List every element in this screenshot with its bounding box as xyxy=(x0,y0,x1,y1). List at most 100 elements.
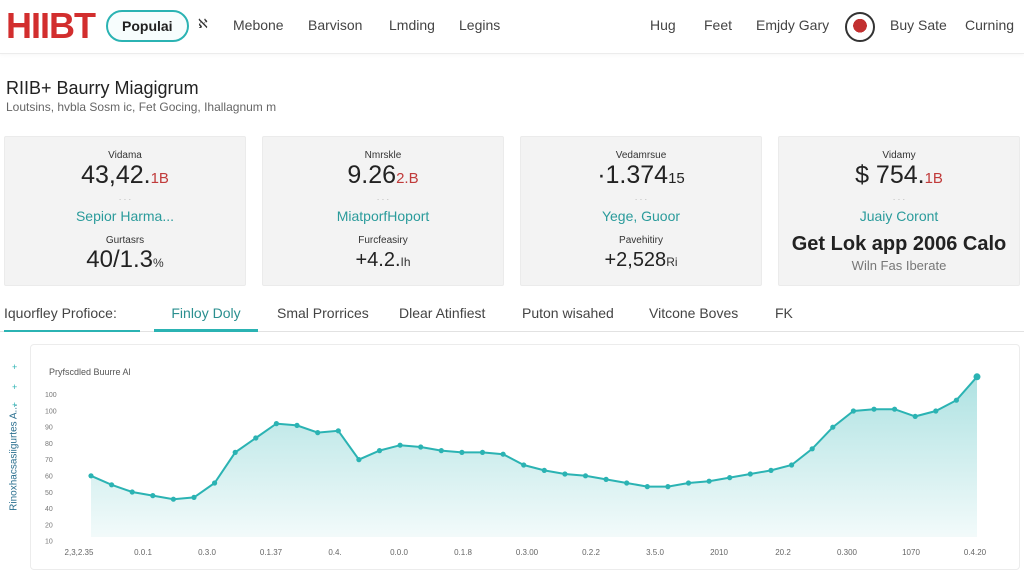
card-teal-link[interactable]: Juaiy Coront xyxy=(779,208,1019,224)
nav-item-feet[interactable]: Feet xyxy=(704,17,732,33)
data-point[interactable] xyxy=(582,473,589,479)
data-point[interactable] xyxy=(273,421,279,427)
data-point[interactable] xyxy=(294,422,300,428)
y-tick-label: 100 xyxy=(45,392,57,399)
card-value-bottom: 40/1.3% xyxy=(5,246,245,274)
x-tick-label: 0.0.0 xyxy=(390,548,408,557)
nav-item-barvison[interactable]: Barvison xyxy=(308,17,362,33)
nav-item-lmding[interactable]: Lmding xyxy=(389,17,435,33)
data-point[interactable] xyxy=(521,462,527,468)
tab-fk[interactable]: FK xyxy=(775,305,793,332)
x-tick-label: 0.2.2 xyxy=(582,548,600,557)
tab-puton-wisahed[interactable]: Puton wisahed xyxy=(522,305,614,332)
nav-item-mebone[interactable]: Mebone xyxy=(233,17,284,33)
data-point[interactable] xyxy=(850,408,857,414)
tab-quarterly-profile[interactable]: Iquorfley Profioce: xyxy=(4,305,140,332)
card-dots: · · · xyxy=(892,195,906,204)
data-point[interactable] xyxy=(418,444,424,450)
card-dots: · · · xyxy=(118,195,132,204)
data-point[interactable] xyxy=(129,489,135,495)
stat-card-4[interactable]: Vidamy $ 754.1B · · · Juaiy Coront Get L… xyxy=(778,136,1020,286)
data-point[interactable] xyxy=(809,446,815,452)
card-value-suffix: 15 xyxy=(668,170,685,187)
nav-item-curning[interactable]: Curning xyxy=(965,17,1014,33)
data-point[interactable] xyxy=(789,462,795,468)
card-value2-suffix: Ri xyxy=(666,255,678,269)
stat-card-2[interactable]: Nmrskle 9.262.B · · · MiatporfHoport Fur… xyxy=(262,136,504,286)
data-point[interactable] xyxy=(109,482,115,488)
tab-smal-prorrices[interactable]: Smal Prorrices xyxy=(277,305,369,332)
data-point[interactable] xyxy=(376,448,383,454)
data-point[interactable] xyxy=(479,449,486,455)
card-value-main: ·1.374 xyxy=(597,161,669,189)
data-point[interactable] xyxy=(438,448,444,454)
data-point[interactable] xyxy=(933,408,939,414)
card-promo-subtext: Wiln Fas Iberate xyxy=(851,258,947,273)
tab-vitcone-boves[interactable]: Vitcone Boves xyxy=(649,305,738,332)
nav-item-emjdy-gary[interactable]: Emjdy Gary xyxy=(756,17,829,33)
data-point[interactable] xyxy=(397,442,403,448)
user-avatar[interactable] xyxy=(845,12,875,42)
page-title: RIIB+ Baurry Miagigrum xyxy=(6,78,199,98)
card-teal-link[interactable]: Sepior Harma... xyxy=(5,208,245,224)
data-point[interactable] xyxy=(727,475,733,481)
nav-item-buy-sate[interactable]: Buy Sate xyxy=(890,17,947,33)
card-label-bottom: Pavehitiry xyxy=(619,235,663,246)
data-point[interactable] xyxy=(212,480,218,486)
card-value2-main: +4.2. xyxy=(355,249,401,271)
data-point[interactable] xyxy=(644,484,650,490)
y-tick-label: 10 xyxy=(45,539,53,546)
card-teal-link[interactable]: MiatporfHoport xyxy=(263,208,503,224)
data-point[interactable] xyxy=(315,430,321,436)
data-point[interactable] xyxy=(170,496,176,502)
x-tick-label: 0.3.0 xyxy=(198,548,216,557)
card-value2-suffix: % xyxy=(153,256,164,270)
tab-dlear-atinfiest[interactable]: Dlear Atinfiest xyxy=(399,305,485,332)
nav-glyph-icon[interactable]: ℵ xyxy=(198,16,208,32)
brand-logo[interactable]: HIIBT xyxy=(6,6,96,46)
data-point[interactable] xyxy=(562,471,568,477)
data-point[interactable] xyxy=(624,480,630,486)
x-tick-label: 2010 xyxy=(710,548,728,557)
data-point[interactable] xyxy=(973,373,981,381)
data-point[interactable] xyxy=(603,476,609,482)
card-value-suffix: 1B xyxy=(150,170,169,187)
stat-card-1[interactable]: Vidama 43,42.1B · · · Sepior Harma... Gu… xyxy=(4,136,246,286)
data-point[interactable] xyxy=(541,467,547,473)
data-point[interactable] xyxy=(892,406,898,412)
y-axis-plus-icon: + xyxy=(12,362,18,372)
nav-item-legins[interactable]: Legins xyxy=(459,17,500,33)
card-value-bottom: +2,528Ri xyxy=(521,249,761,272)
data-point[interactable] xyxy=(953,397,960,403)
stat-card-3[interactable]: Vedamrsue ·1.37415 · · · Yege, Guoor Pav… xyxy=(520,136,762,286)
popular-pill-button[interactable]: Populai xyxy=(106,10,189,42)
data-point[interactable] xyxy=(88,473,94,479)
data-point[interactable] xyxy=(747,471,753,477)
tab-finloy-doly[interactable]: Finloy Doly xyxy=(154,305,258,332)
data-point[interactable] xyxy=(500,451,506,457)
card-dots: · · · xyxy=(376,195,390,204)
data-point[interactable] xyxy=(356,457,362,463)
y-tick-label: 80 xyxy=(45,441,53,448)
y-tick-label: 20 xyxy=(45,522,53,529)
y-axis-plus-icon: + xyxy=(12,400,18,410)
nav-item-hug[interactable]: Hug xyxy=(650,17,676,33)
card-value-main: 43,42. xyxy=(81,161,151,189)
data-point[interactable] xyxy=(150,493,156,499)
data-point[interactable] xyxy=(830,424,836,430)
card-teal-link[interactable]: Yege, Guoor xyxy=(521,208,761,224)
data-point[interactable] xyxy=(191,494,197,500)
card-label-bottom: Gurtasrs xyxy=(105,235,145,246)
data-point[interactable] xyxy=(685,480,692,486)
data-point[interactable] xyxy=(706,478,712,484)
data-point[interactable] xyxy=(253,435,259,441)
data-point[interactable] xyxy=(459,449,465,455)
x-tick-label: 20.2 xyxy=(775,548,791,557)
data-point[interactable] xyxy=(912,413,918,419)
data-point[interactable] xyxy=(335,428,341,434)
data-point[interactable] xyxy=(768,467,774,473)
card-value-top: 9.262.B xyxy=(263,161,503,190)
data-point[interactable] xyxy=(232,449,238,455)
data-point[interactable] xyxy=(665,484,671,490)
data-point[interactable] xyxy=(871,406,877,412)
